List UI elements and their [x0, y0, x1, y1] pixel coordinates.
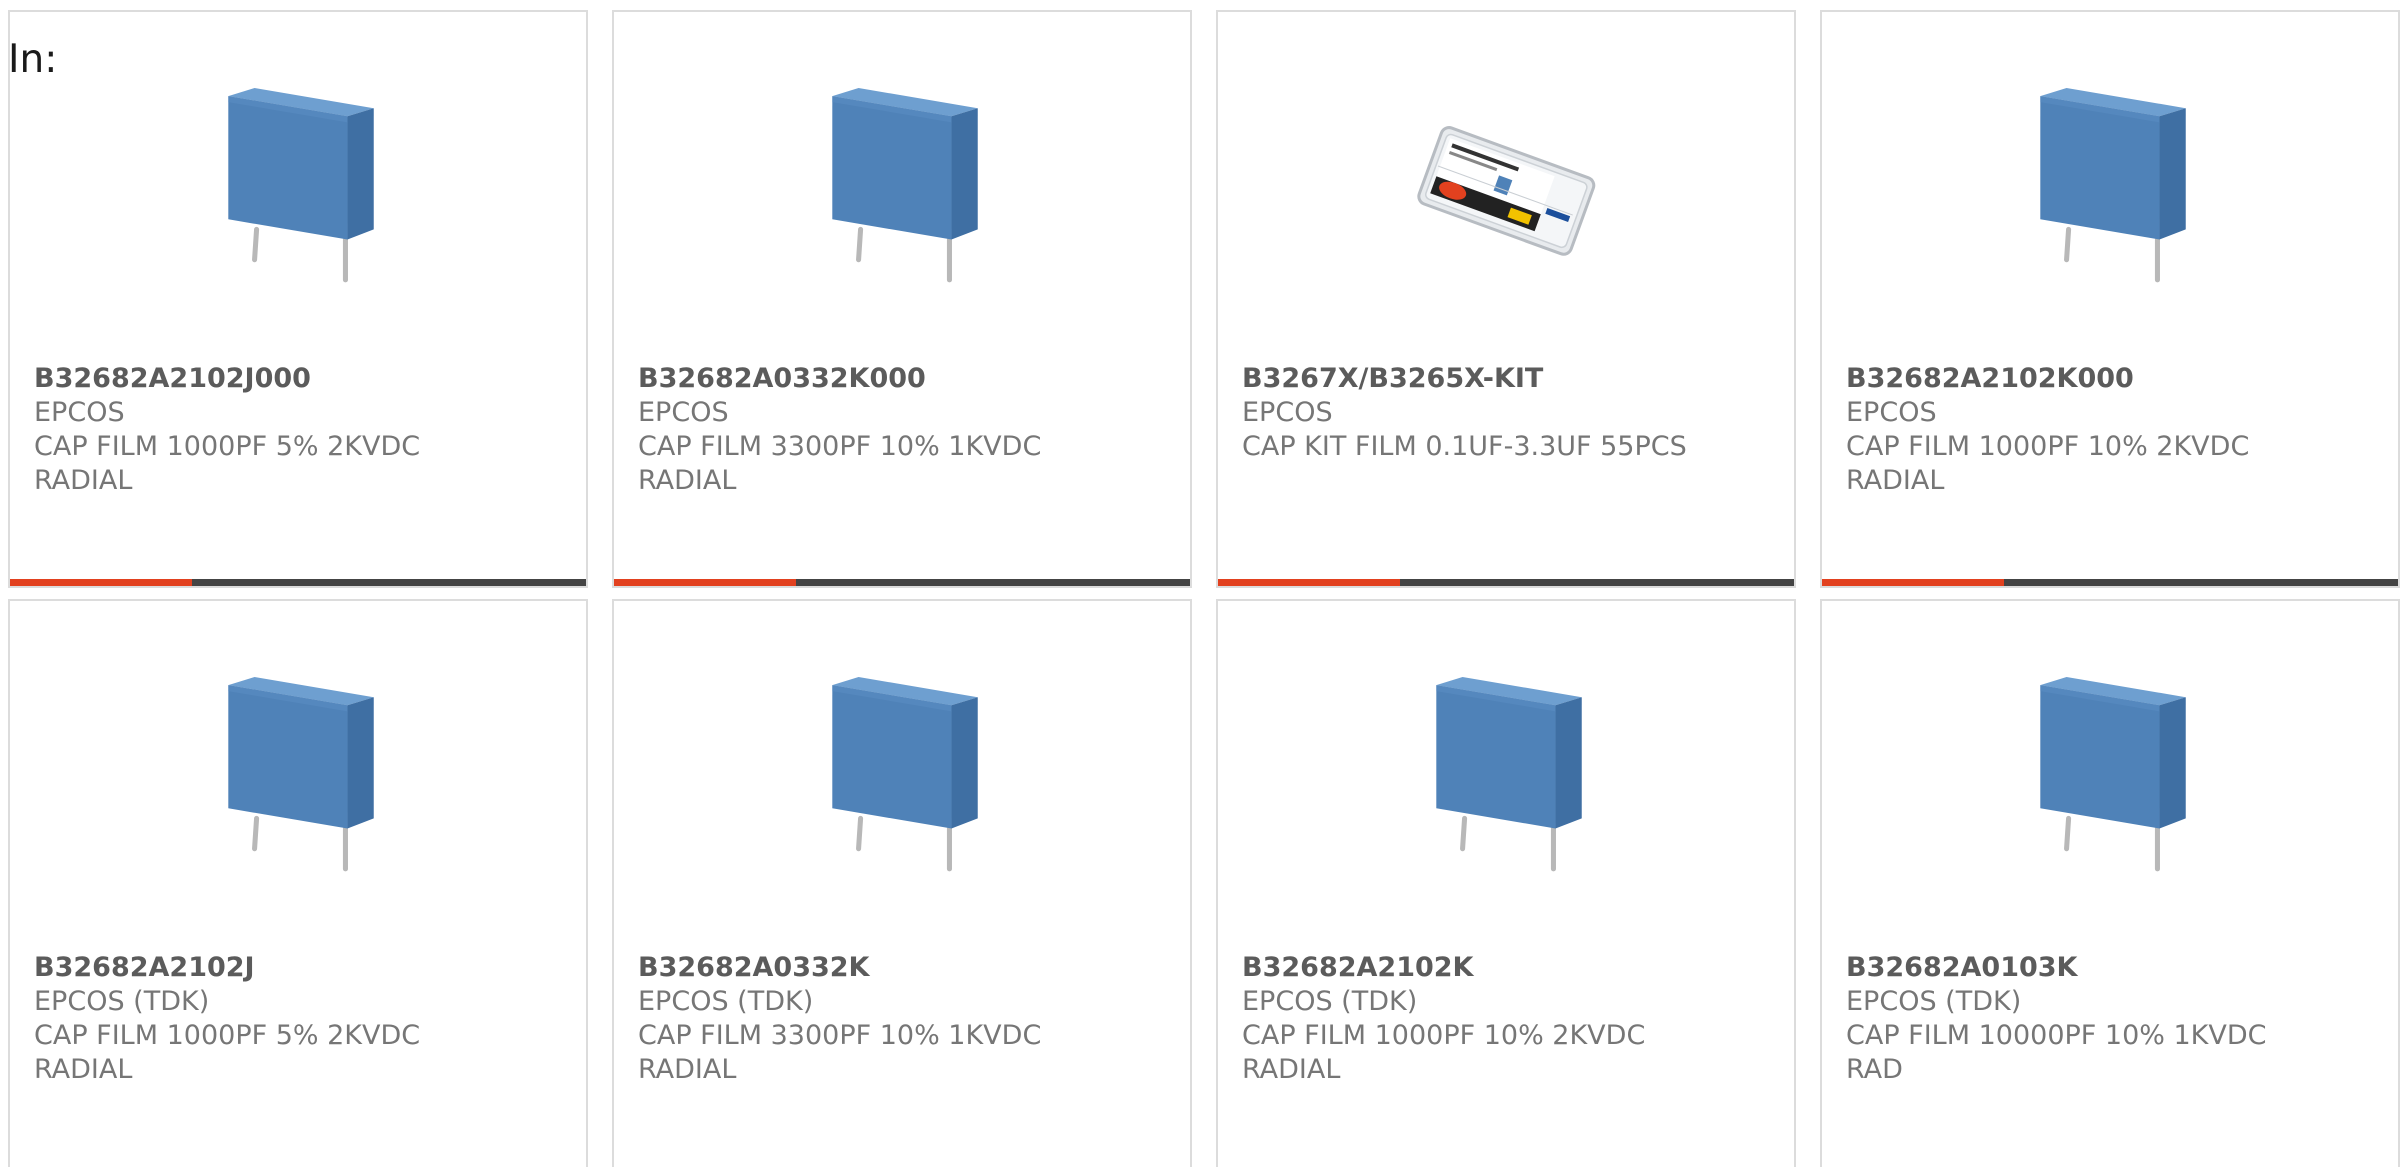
- product-info: B32682A2102K EPCOS (TDK) CAP FILM 1000PF…: [1242, 951, 1782, 1087]
- product-card[interactable]: B32682A0103K EPCOS (TDK) CAP FILM 10000P…: [1820, 599, 2400, 1167]
- film-capacitor-image: [802, 677, 1004, 879]
- part-number[interactable]: B32682A2102J000: [34, 362, 574, 396]
- manufacturer: EPCOS: [1846, 397, 1937, 428]
- product-info: B32682A0332K000 EPCOS CAP FILM 3300PF 10…: [638, 362, 1178, 498]
- film-capacitor-image: [2010, 677, 2212, 879]
- description-cont: RADIAL: [638, 1054, 737, 1085]
- part-number[interactable]: B32682A0103K: [1846, 951, 2386, 985]
- product-info: B32682A2102K000 EPCOS CAP FILM 1000PF 10…: [1846, 362, 2386, 498]
- card-accent: [1218, 579, 1400, 586]
- description-cont: RADIAL: [34, 1054, 133, 1085]
- description: CAP FILM 3300PF 10% 1KVDC: [638, 1020, 1042, 1051]
- part-number[interactable]: B32682A2102J: [34, 951, 574, 985]
- card-accent: [10, 579, 192, 586]
- product-card[interactable]: B32682A0332K EPCOS (TDK) CAP FILM 3300PF…: [612, 599, 1192, 1167]
- card-accent: [614, 579, 796, 586]
- product-info: B32682A2102J000 EPCOS CAP FILM 1000PF 5%…: [34, 362, 574, 498]
- description: CAP FILM 10000PF 10% 1KVDC: [1846, 1020, 2267, 1051]
- card-footer-bar: [614, 579, 1190, 586]
- description-cont: RADIAL: [1242, 1054, 1341, 1085]
- part-number[interactable]: B32682A0332K: [638, 951, 1178, 985]
- description: CAP FILM 3300PF 10% 1KVDC: [638, 431, 1042, 462]
- description: CAP FILM 1000PF 10% 2KVDC: [1846, 431, 2250, 462]
- part-number[interactable]: B3267X/B3265X-KIT: [1242, 362, 1782, 396]
- card-footer-bar: [1822, 579, 2398, 586]
- film-capacitor-image: [198, 677, 400, 879]
- film-capacitor-image: [1406, 677, 1608, 879]
- filter-label: In:: [8, 37, 58, 82]
- manufacturer: EPCOS: [1242, 397, 1333, 428]
- description-cont: RADIAL: [1846, 465, 1945, 496]
- manufacturer: EPCOS (TDK): [1242, 986, 1418, 1017]
- part-number[interactable]: B32682A2102K000: [1846, 362, 2386, 396]
- description: CAP FILM 1000PF 10% 2KVDC: [1242, 1020, 1646, 1051]
- card-footer-bar: [10, 579, 586, 586]
- part-number[interactable]: B32682A2102K: [1242, 951, 1782, 985]
- product-card[interactable]: B32682A0332K000 EPCOS CAP FILM 3300PF 10…: [612, 10, 1192, 588]
- description-cont: RAD: [1846, 1054, 1903, 1085]
- description-cont: RADIAL: [638, 465, 737, 496]
- part-number[interactable]: B32682A0332K000: [638, 362, 1178, 396]
- product-info: B32682A2102J EPCOS (TDK) CAP FILM 1000PF…: [34, 951, 574, 1087]
- product-card[interactable]: B32682A2102J000 EPCOS CAP FILM 1000PF 5%…: [8, 10, 588, 588]
- product-info: B32682A0103K EPCOS (TDK) CAP FILM 10000P…: [1846, 951, 2386, 1087]
- product-card[interactable]: B32682A2102K EPCOS (TDK) CAP FILM 1000PF…: [1216, 599, 1796, 1167]
- product-info: B3267X/B3265X-KIT EPCOS CAP KIT FILM 0.1…: [1242, 362, 1782, 464]
- capacitor-kit-box-image: [1406, 88, 1608, 290]
- description-cont: RADIAL: [34, 465, 133, 496]
- product-card[interactable]: B32682A2102K000 EPCOS CAP FILM 1000PF 10…: [1820, 10, 2400, 588]
- film-capacitor-image: [802, 88, 1004, 290]
- product-card[interactable]: B32682A2102J EPCOS (TDK) CAP FILM 1000PF…: [8, 599, 588, 1167]
- product-info: B32682A0332K EPCOS (TDK) CAP FILM 3300PF…: [638, 951, 1178, 1087]
- description: CAP KIT FILM 0.1UF-3.3UF 55PCS: [1242, 431, 1687, 462]
- manufacturer: EPCOS: [638, 397, 729, 428]
- manufacturer: EPCOS (TDK): [1846, 986, 2022, 1017]
- film-capacitor-image: [198, 88, 400, 290]
- manufacturer: EPCOS (TDK): [638, 986, 814, 1017]
- product-card[interactable]: B3267X/B3265X-KIT EPCOS CAP KIT FILM 0.1…: [1216, 10, 1796, 588]
- card-accent: [1822, 579, 2004, 586]
- card-footer-bar: [1218, 579, 1794, 586]
- description: CAP FILM 1000PF 5% 2KVDC: [34, 1020, 421, 1051]
- manufacturer: EPCOS (TDK): [34, 986, 210, 1017]
- description: CAP FILM 1000PF 5% 2KVDC: [34, 431, 421, 462]
- film-capacitor-image: [2010, 88, 2212, 290]
- manufacturer: EPCOS: [34, 397, 125, 428]
